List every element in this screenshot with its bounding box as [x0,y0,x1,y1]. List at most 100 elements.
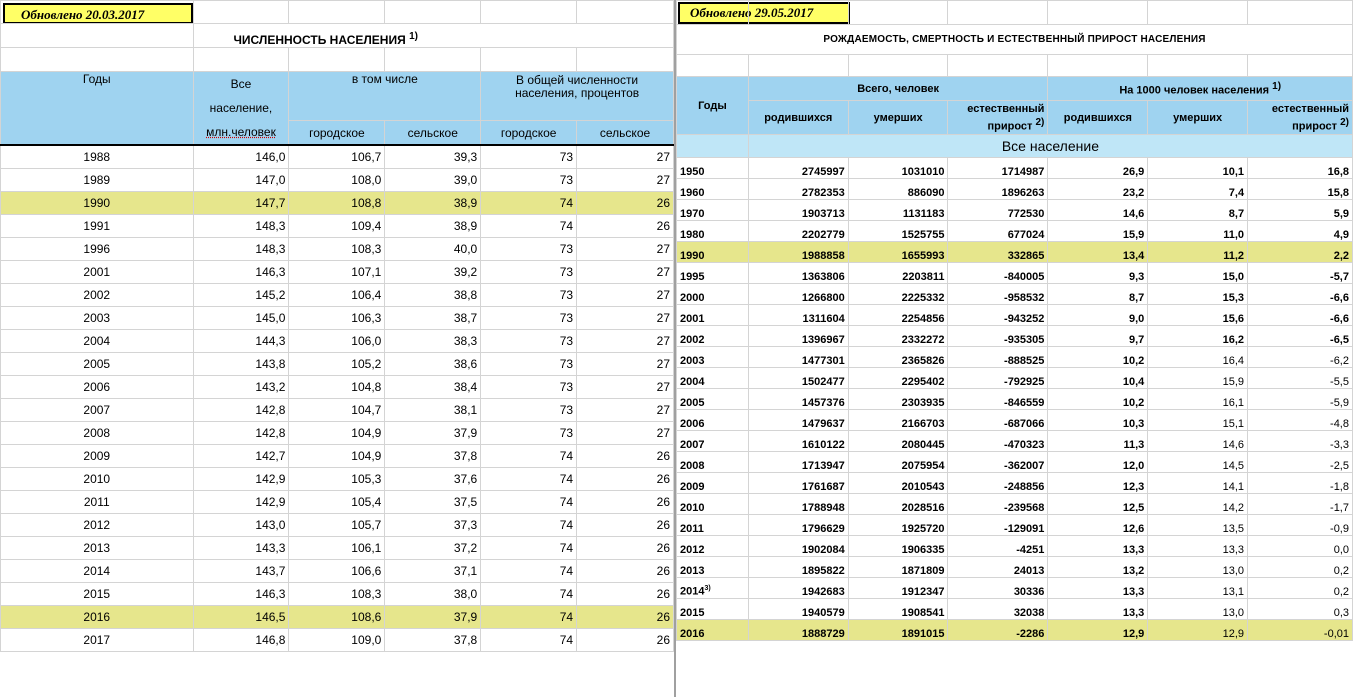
value-cell[interactable]: 144,3 [192,329,290,353]
value-cell[interactable]: 1908541 [847,598,949,620]
year-cell[interactable]: 2007 [0,398,194,422]
value-cell[interactable]: -470323 [947,430,1049,452]
value-cell[interactable]: 27 [576,329,674,353]
year-cell[interactable]: 2008 [0,421,194,445]
value-cell[interactable]: 9,7 [1047,325,1149,347]
value-cell[interactable]: 73 [480,237,578,261]
header-share[interactable]: В общей численности населения, процентов [480,71,674,121]
value-cell[interactable]: 0,2 [1247,577,1353,599]
value-cell[interactable]: 73 [480,260,578,284]
value-cell[interactable]: 1902084 [747,535,849,557]
value-cell[interactable]: 38,7 [384,306,482,330]
value-cell[interactable]: 107,1 [288,260,386,284]
value-cell[interactable]: 8,7 [1147,199,1249,221]
value-cell[interactable]: 14,2 [1147,493,1249,515]
value-cell[interactable]: 26 [576,444,674,468]
value-cell[interactable]: 4,9 [1247,220,1353,242]
year-cell[interactable]: 2005 [0,352,194,376]
year-cell[interactable]: 2003 [676,346,749,368]
year-cell[interactable]: 1980 [676,220,749,242]
value-cell[interactable]: 26 [576,536,674,560]
value-cell[interactable]: 37,5 [384,490,482,514]
value-cell[interactable]: 27 [576,421,674,445]
value-cell[interactable]: -5,5 [1247,367,1353,389]
value-cell[interactable]: 27 [576,260,674,284]
year-cell[interactable]: 2001 [676,304,749,326]
value-cell[interactable]: 2166703 [847,409,949,431]
value-cell[interactable]: 106,7 [288,144,386,169]
value-cell[interactable]: 13,3 [1047,598,1149,620]
value-cell[interactable]: 1888729 [747,619,849,641]
value-cell[interactable]: 2080445 [847,430,949,452]
value-cell[interactable]: 74 [480,559,578,583]
value-cell[interactable]: 10,4 [1047,367,1149,389]
header-years[interactable]: Годы [0,71,194,146]
value-cell[interactable]: 14,5 [1147,451,1249,473]
value-cell[interactable]: 38,9 [384,191,482,215]
population-title[interactable]: ЧИСЛЕННОСТЬ НАСЕЛЕНИЯ 1) [192,23,674,48]
value-cell[interactable]: 104,9 [288,421,386,445]
value-cell[interactable]: 73 [480,398,578,422]
year-cell[interactable]: 2002 [676,325,749,347]
value-cell[interactable]: 26 [576,513,674,537]
value-cell[interactable]: 38,0 [384,582,482,606]
year-cell[interactable]: 2017 [0,628,194,652]
value-cell[interactable]: 108,8 [288,191,386,215]
year-cell[interactable]: 2012 [676,535,749,557]
value-cell[interactable]: 15,1 [1147,409,1249,431]
value-cell[interactable]: 27 [576,375,674,399]
value-cell[interactable]: 1761687 [747,472,849,494]
value-cell[interactable]: 26 [576,467,674,491]
value-cell[interactable]: 2745997 [747,157,849,179]
value-cell[interactable]: -6,2 [1247,346,1353,368]
value-cell[interactable]: 108,0 [288,168,386,192]
value-cell[interactable]: 27 [576,352,674,376]
value-cell[interactable]: 1131183 [847,199,949,221]
header-born-per1000[interactable]: родившихся [1047,100,1149,135]
value-cell[interactable]: 15,9 [1047,220,1149,242]
value-cell[interactable]: 142,8 [192,421,290,445]
value-cell[interactable]: 106,6 [288,559,386,583]
value-cell[interactable]: 1891015 [847,619,949,641]
value-cell[interactable]: 0,2 [1247,556,1353,578]
value-cell[interactable]: 74 [480,214,578,238]
value-cell[interactable]: 143,3 [192,536,290,560]
year-cell[interactable]: 2002 [0,283,194,307]
value-cell[interactable]: 1871809 [847,556,949,578]
value-cell[interactable]: -792925 [947,367,1049,389]
value-cell[interactable]: 10,3 [1047,409,1149,431]
value-cell[interactable]: 1266800 [747,283,849,305]
value-cell[interactable]: 1031010 [847,157,949,179]
value-cell[interactable]: 2,2 [1247,241,1353,263]
value-cell[interactable]: 73 [480,306,578,330]
value-cell[interactable]: 74 [480,628,578,652]
year-cell[interactable]: 2011 [676,514,749,536]
value-cell[interactable]: 13,0 [1147,556,1249,578]
value-cell[interactable]: 37,9 [384,605,482,629]
value-cell[interactable]: 26 [576,214,674,238]
value-cell[interactable]: 12,5 [1047,493,1149,515]
value-cell[interactable]: 12,3 [1047,472,1149,494]
value-cell[interactable]: 105,2 [288,352,386,376]
value-cell[interactable]: 1396967 [747,325,849,347]
value-cell[interactable]: 2254856 [847,304,949,326]
value-cell[interactable]: 109,4 [288,214,386,238]
value-cell[interactable]: -958532 [947,283,1049,305]
value-cell[interactable]: 2202779 [747,220,849,242]
value-cell[interactable]: 12,6 [1047,514,1149,536]
value-cell[interactable]: 37,8 [384,444,482,468]
year-cell[interactable]: 1995 [676,262,749,284]
value-cell[interactable]: 12,0 [1047,451,1149,473]
value-cell[interactable]: -5,7 [1247,262,1353,284]
value-cell[interactable]: 38,4 [384,375,482,399]
value-cell[interactable]: 1457376 [747,388,849,410]
value-cell[interactable]: 13,3 [1147,535,1249,557]
value-cell[interactable]: 9,3 [1047,262,1149,284]
header-urban-share[interactable]: городское [480,120,578,146]
value-cell[interactable]: 37,3 [384,513,482,537]
value-cell[interactable]: 1311604 [747,304,849,326]
value-cell[interactable]: 104,7 [288,398,386,422]
year-cell[interactable]: 2007 [676,430,749,452]
value-cell[interactable]: 74 [480,467,578,491]
value-cell[interactable]: 9,0 [1047,304,1149,326]
